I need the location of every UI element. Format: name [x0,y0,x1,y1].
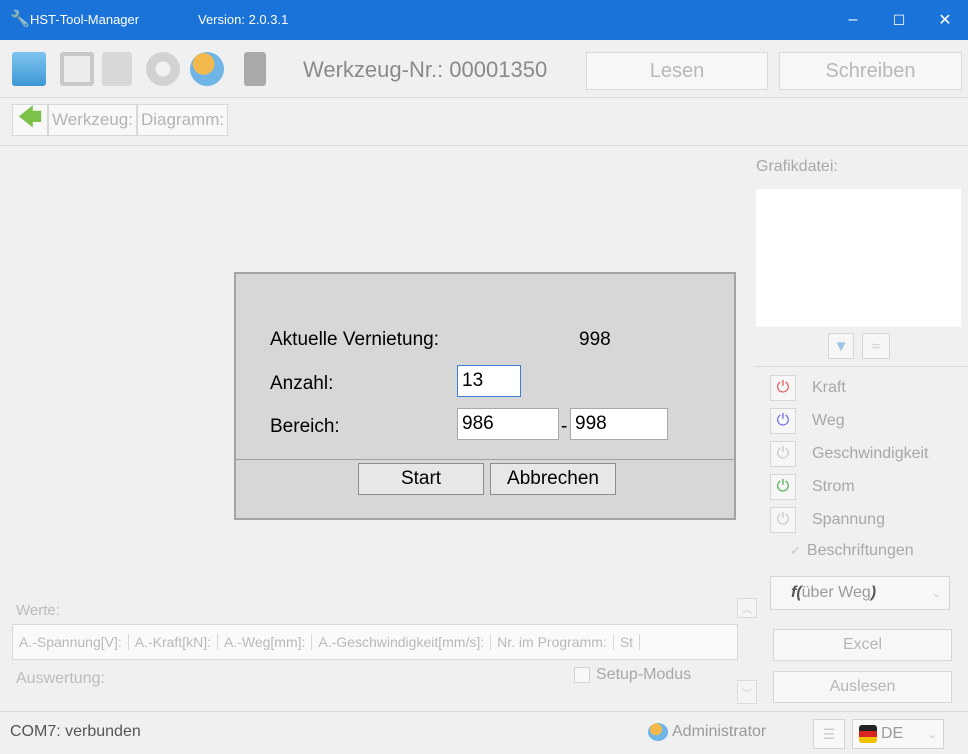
read-button[interactable]: Lesen [586,52,768,90]
back-arrow-icon[interactable]: 🡄 [12,104,48,136]
signal-kraft[interactable]: ⏻ Kraft [770,374,846,402]
user-icon [648,723,668,741]
wrench-icon: 🔧 [10,11,30,28]
power-icon[interactable]: ⏻ [770,507,796,533]
power-icon[interactable]: ⏻ [770,375,796,401]
column-header[interactable]: A.-Weg[mm]: [218,634,313,650]
checkmark-icon: ✓ [790,543,801,558]
chevron-down-icon: ⌄ [931,587,941,600]
chevron-up-icon[interactable]: ︿ [737,598,757,618]
setup-mode-checkbox[interactable]: Setup-Modus [574,666,691,684]
close-button[interactable]: ✕ [922,0,968,40]
range-label: Bereich: [270,416,340,437]
breadcrumb-divider [0,145,968,146]
power-icon[interactable]: ⏻ [770,474,796,500]
maximize-button[interactable]: ☐ [876,0,922,40]
app-title: HST-Tool-Manager [30,12,140,27]
excel-button[interactable]: Excel [773,629,952,661]
column-header[interactable]: St [614,634,641,650]
current-riveting-label: Aktuelle Vernietung: [270,329,440,350]
open-folder-icon[interactable] [12,52,46,86]
write-button[interactable]: Schreiben [779,52,962,90]
log-icon[interactable]: ☰ [813,719,845,749]
range-to-input[interactable]: 998 [570,408,668,440]
breadcrumb-item-werkzeug[interactable]: Werkzeug: [48,104,137,136]
graphic-file-preview [756,189,961,327]
column-header[interactable]: A.-Spannung[V]: [13,634,129,650]
language-dropdown[interactable]: DE ⌄ [852,719,944,749]
signal-weg[interactable]: ⏻ Weg [770,407,845,435]
print-range-dialog: Aktuelle Vernietung: 998 Anzahl: 13 Bere… [234,272,736,520]
title-bar: 🔧 HST-Tool-Manager Version: 2.0.3.1 – ☐ … [0,0,968,40]
save-icon[interactable] [60,52,94,86]
range-separator: - [561,416,568,437]
filter-icon[interactable]: ▼ [828,333,854,359]
checkbox-box[interactable] [574,667,590,683]
function-dropdown[interactable]: f( über Weg ) ⌄ [770,576,950,610]
graphic-file-label: Grafikdatei: [756,158,838,175]
evaluation-label: Auswertung: [16,670,105,687]
print-icon[interactable] [102,52,132,86]
chevron-down-icon[interactable]: ﹀ [737,680,757,704]
usb-device-icon[interactable] [244,52,266,86]
labels-checkbox[interactable]: ✓ Beschriftungen [790,542,914,560]
column-header[interactable]: A.-Kraft[kN]: [129,634,218,650]
signal-strom[interactable]: ⏻ Strom [770,473,855,501]
tool-number: Werkzeug-Nr.: 00001350 [303,57,548,82]
range-from-input[interactable]: 986 [457,408,559,440]
breadcrumb-item-diagramm[interactable]: Diagramm: [136,104,229,136]
current-riveting-value: 998 [579,329,611,350]
connection-status: COM7: verbunden [10,723,141,740]
column-header[interactable]: Nr. im Programm: [491,634,614,650]
settings-gear-icon[interactable] [146,52,180,86]
readout-button[interactable]: Auslesen [773,671,952,703]
power-icon[interactable]: ⏻ [770,408,796,434]
power-icon[interactable]: ⏻ [770,441,796,467]
app-version: Version: 2.0.3.1 [198,12,289,27]
german-flag-icon [859,725,877,743]
minimize-button[interactable]: – [830,0,876,40]
current-user[interactable]: Administrator [648,723,766,741]
cancel-button[interactable]: Abbrechen [490,463,616,495]
count-input[interactable]: 13 [457,365,521,397]
column-header[interactable]: A.-Geschwindigkeit[mm/s]: [312,634,492,650]
status-bar: COM7: verbunden Administrator ☰ DE ⌄ [0,711,968,754]
user-management-icon[interactable] [190,52,224,86]
right-panel-divider [754,366,968,367]
start-button[interactable]: Start [358,463,484,495]
curve-icon[interactable]: ≈ [862,333,890,359]
signal-spannung[interactable]: ⏻ Spannung [770,506,885,534]
values-columns: A.-Spannung[V]: A.-Kraft[kN]: A.-Weg[mm]… [12,624,738,660]
chevron-down-icon: ⌄ [927,728,937,741]
count-label: Anzahl: [270,373,334,394]
breadcrumb: 🡄 Werkzeug: Diagramm: [12,103,229,137]
dialog-divider [236,459,734,460]
toolbar-divider [0,97,968,98]
values-label: Werte: [16,602,60,619]
signal-geschwindigkeit[interactable]: ⏻ Geschwindigkeit [770,440,929,468]
